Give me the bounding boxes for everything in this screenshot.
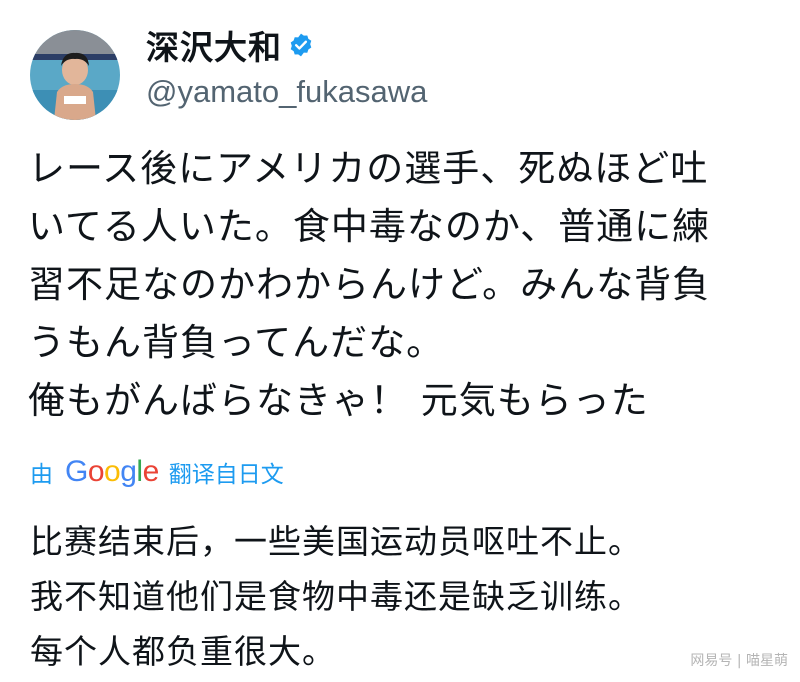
translation-attribution[interactable]: 由 Google 翻译自日文 xyxy=(30,452,284,492)
tweet-text-line: うもん背負ってんだな。 xyxy=(28,321,445,364)
display-name-text[interactable]: 深沢大和 xyxy=(146,28,282,67)
watermark: 网易号 | 喵星萌 xyxy=(690,653,788,669)
translated-text-line: 每个人都负重很大。 xyxy=(30,632,336,671)
tweet-text-line: レース後にアメリカの選手、死ぬほど吐 xyxy=(28,147,709,190)
tweet-text-line: 俺もがんばらなきゃ！ 元気もらった xyxy=(28,379,649,422)
google-logo: Google xyxy=(65,455,159,488)
tweet-text: レース後にアメリカの選手、死ぬほど吐 いてる人いた。食中毒なのか、普通に練 習不… xyxy=(28,140,788,430)
verified-badge-icon xyxy=(288,25,314,69)
translated-text: 比赛结束后，一些美国运动员呕吐不止。 我不知道他们是食物中毒还是缺乏训练。 每个… xyxy=(30,514,790,679)
avatar[interactable] xyxy=(30,30,120,120)
translated-text-line: 我不知道他们是食物中毒还是缺乏训练。 xyxy=(30,577,642,616)
translated-by-label: 由 xyxy=(30,462,53,488)
tweet-text-line: 習不足なのかわからんけど。みんな背負 xyxy=(28,263,711,306)
translated-text-line: 比赛结束后，一些美国运动员呕吐不止。 xyxy=(30,522,642,561)
avatar-photo xyxy=(30,30,120,120)
translated-from-label[interactable]: 翻译自日文 xyxy=(169,455,284,489)
tweet-text-line: いてる人いた。食中毒なのか、普通に練 xyxy=(28,205,711,248)
user-handle[interactable]: @yamato_fukasawa xyxy=(146,72,427,112)
display-name[interactable]: 深沢大和 xyxy=(146,26,314,70)
